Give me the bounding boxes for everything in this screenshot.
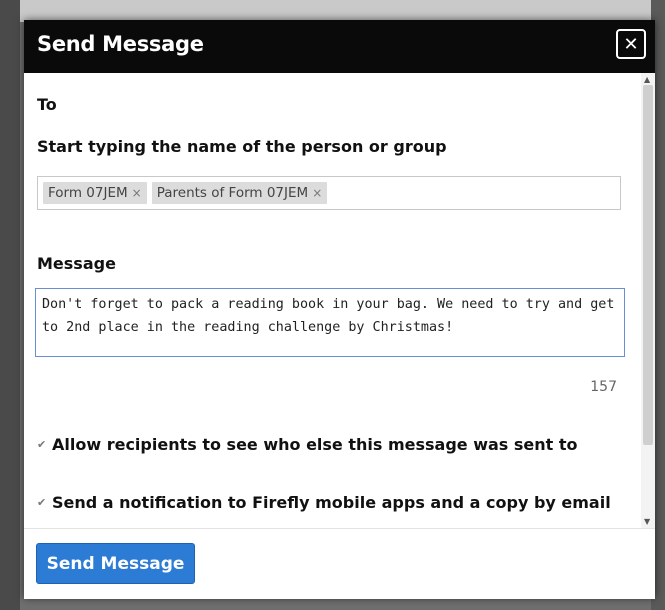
checkbox-label: Send a notification to Firefly mobile ap… (52, 493, 611, 512)
checkmark-icon: ✔ (37, 496, 47, 509)
scroll-down-icon[interactable]: ▼ (644, 517, 650, 526)
recipients-input[interactable]: Form 07JEM × Parents of Form 07JEM × (37, 176, 621, 210)
page-backdrop-left (0, 0, 20, 610)
dialog-body[interactable]: To Start typing the name of the person o… (24, 73, 655, 528)
recipient-tag: Form 07JEM × (43, 182, 147, 204)
recipient-tag-label: Form 07JEM (48, 185, 128, 201)
message-textarea[interactable]: Don't forget to pack a reading book in y… (35, 288, 625, 357)
checkmark-icon: ✔ (37, 438, 47, 451)
character-counter: 157 (590, 379, 617, 395)
message-label: Message (37, 254, 116, 273)
allow-see-recipients-checkbox[interactable]: ✔ Allow recipients to see who else this … (37, 435, 578, 454)
scrollbar-thumb[interactable] (643, 85, 653, 445)
dialog-footer: Send Message (24, 528, 655, 599)
to-label: To (37, 95, 57, 114)
scroll-up-icon[interactable]: ▲ (644, 75, 650, 84)
recipient-tag: Parents of Form 07JEM × (151, 182, 328, 204)
send-message-dialog: Send Message ✕ To Start typing the name … (24, 20, 655, 599)
recipient-tag-label: Parents of Form 07JEM (156, 185, 309, 201)
send-notification-checkbox[interactable]: ✔ Send a notification to Firefly mobile … (37, 493, 611, 512)
recipient-hint: Start typing the name of the person or g… (37, 137, 447, 156)
dialog-title: Send Message (37, 32, 204, 56)
remove-recipient-icon[interactable]: × (312, 186, 322, 200)
send-message-button[interactable]: Send Message (36, 543, 195, 584)
close-icon: ✕ (623, 33, 639, 55)
dialog-scrollbar[interactable]: ▲ ▼ (641, 73, 655, 528)
close-button[interactable]: ✕ (616, 29, 646, 59)
remove-recipient-icon[interactable]: × (132, 186, 142, 200)
page-backdrop-top (0, 0, 665, 22)
dialog-header: Send Message ✕ (24, 20, 655, 73)
checkbox-label: Allow recipients to see who else this me… (52, 435, 578, 454)
